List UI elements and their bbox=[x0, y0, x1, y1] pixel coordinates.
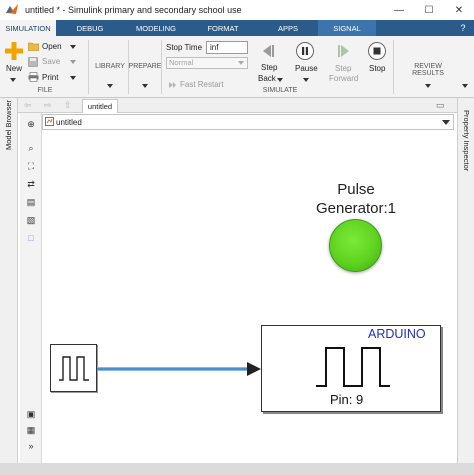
simulate-group-label: SIMULATE bbox=[262, 87, 298, 94]
window-title: untitled * - Simulink primary and second… bbox=[25, 5, 242, 15]
image-icon[interactable]: ▧ bbox=[26, 215, 36, 225]
ribbon-tab-bar: SIMULATION DEBUG MODELING FORMAT APPS SI… bbox=[0, 20, 474, 36]
model-path: untitled bbox=[56, 118, 82, 127]
model-icon bbox=[45, 117, 54, 126]
step-forward-icon[interactable] bbox=[335, 42, 353, 60]
tab-format[interactable]: FORMAT bbox=[188, 20, 258, 36]
new-button[interactable]: New bbox=[6, 64, 22, 73]
area-icon[interactable]: □ bbox=[26, 233, 36, 243]
stop-button[interactable]: Stop bbox=[369, 64, 385, 73]
tab-signal[interactable]: SIGNAL bbox=[318, 20, 376, 36]
keyboard-icon[interactable]: ▭ bbox=[436, 100, 445, 111]
step-back-dropdown-icon[interactable] bbox=[277, 78, 283, 82]
tab-apps[interactable]: APPS bbox=[258, 20, 318, 36]
hide-browser-icon[interactable]: ⊕ bbox=[26, 119, 36, 129]
model-browser-strip bbox=[0, 98, 18, 463]
prepare-group-label[interactable]: PREPARE bbox=[128, 63, 162, 70]
file-group-label: FILE bbox=[37, 87, 53, 94]
print-icon[interactable] bbox=[28, 72, 39, 82]
arduino-waveform-icon bbox=[316, 347, 390, 387]
separator bbox=[161, 40, 162, 94]
ribbon-collapse-icon[interactable] bbox=[462, 84, 468, 88]
property-inspector-tab[interactable]: Property Inspector bbox=[462, 110, 471, 171]
signal-line[interactable] bbox=[97, 362, 263, 376]
step-back-label-1[interactable]: Step bbox=[261, 63, 277, 72]
fast-restart-button[interactable]: Fast Restart bbox=[180, 80, 224, 89]
arduino-pin-label: Pin: 9 bbox=[330, 392, 364, 407]
forward-arrow-icon[interactable]: ⇨ bbox=[44, 100, 52, 111]
pulse-waveform-icon bbox=[59, 356, 89, 381]
review-results-dropdown-icon[interactable] bbox=[425, 84, 431, 88]
editor-toolbar: ⇦ ⇨ ⇧ ▭ bbox=[0, 98, 474, 113]
arrow-icon[interactable]: ⇄ bbox=[26, 179, 36, 189]
collapse-icon[interactable]: » bbox=[26, 441, 36, 451]
zoom-icon[interactable]: ⌕ bbox=[26, 143, 36, 153]
close-button[interactable]: ✕ bbox=[444, 0, 474, 20]
stop-time-input[interactable]: inf bbox=[206, 41, 248, 54]
fast-restart-icon bbox=[169, 82, 176, 88]
open-button[interactable]: Open bbox=[42, 42, 62, 51]
simulation-mode-select[interactable]: Normal bbox=[166, 57, 248, 69]
pulse-generator-block[interactable] bbox=[50, 344, 97, 392]
save-button[interactable]: Save bbox=[42, 57, 60, 66]
step-forward-label-1[interactable]: Step bbox=[335, 64, 351, 73]
path-dropdown-icon[interactable] bbox=[442, 120, 450, 125]
maximize-button[interactable]: ☐ bbox=[414, 0, 444, 20]
led-block-name-line-2: Generator:1 bbox=[315, 200, 397, 217]
led-lamp-block[interactable] bbox=[329, 219, 382, 272]
up-arrow-icon[interactable]: ⇧ bbox=[64, 100, 72, 111]
review-results-label[interactable]: REVIEW RESULTS bbox=[398, 63, 458, 77]
model-path-bar[interactable] bbox=[42, 114, 454, 130]
tab-modeling[interactable]: MODELING bbox=[124, 20, 188, 36]
save-dropdown-icon[interactable] bbox=[70, 60, 76, 64]
model-data-icon[interactable]: ▦ bbox=[26, 425, 36, 435]
new-icon[interactable] bbox=[5, 42, 23, 60]
led-block-name: Pulse Generator:1 bbox=[308, 180, 404, 218]
screenshot-icon[interactable]: ▣ bbox=[26, 409, 36, 419]
open-dropdown-icon[interactable] bbox=[70, 45, 76, 49]
model-browser-tab[interactable]: Model Browser bbox=[4, 100, 13, 150]
separator bbox=[88, 40, 89, 94]
print-dropdown-icon[interactable] bbox=[70, 76, 76, 80]
tab-debug[interactable]: DEBUG bbox=[56, 20, 124, 36]
help-icon[interactable]: ? bbox=[452, 20, 474, 36]
save-icon[interactable] bbox=[28, 57, 38, 67]
step-back-label-2[interactable]: Back bbox=[258, 74, 276, 83]
annotation-icon[interactable]: ▤ bbox=[26, 197, 36, 207]
step-forward-label-2[interactable]: Forward bbox=[329, 74, 358, 83]
prepare-dropdown-icon[interactable] bbox=[142, 84, 148, 88]
status-bar bbox=[0, 463, 474, 475]
back-arrow-icon[interactable]: ⇦ bbox=[24, 100, 32, 111]
minimize-button[interactable]: — bbox=[384, 0, 414, 20]
stop-icon[interactable] bbox=[368, 42, 386, 60]
new-dropdown-icon[interactable] bbox=[10, 78, 16, 82]
tab-untitled[interactable]: untitled bbox=[82, 99, 118, 113]
arduino-block-title: ARDUINO bbox=[368, 327, 426, 341]
step-back-icon[interactable] bbox=[259, 42, 277, 60]
library-dropdown-icon[interactable] bbox=[107, 84, 113, 88]
open-folder-icon[interactable] bbox=[28, 42, 39, 51]
pause-dropdown-icon[interactable] bbox=[303, 78, 309, 82]
pause-button[interactable]: Pause bbox=[295, 64, 318, 73]
separator bbox=[393, 40, 394, 94]
stop-time-label: Stop Time bbox=[166, 43, 203, 52]
fit-to-view-icon[interactable]: ⛶ bbox=[26, 161, 36, 171]
simulation-mode-dropdown-icon[interactable] bbox=[238, 61, 244, 65]
pause-icon[interactable] bbox=[296, 42, 314, 60]
simulink-app-icon bbox=[6, 4, 18, 14]
title-bar: untitled * - Simulink primary and second… bbox=[0, 0, 474, 20]
tab-simulation[interactable]: SIMULATION bbox=[0, 20, 56, 36]
library-group-label[interactable]: LIBRARY bbox=[90, 63, 130, 70]
print-button[interactable]: Print bbox=[42, 73, 58, 82]
led-block-name-line-1: Pulse bbox=[337, 181, 375, 198]
